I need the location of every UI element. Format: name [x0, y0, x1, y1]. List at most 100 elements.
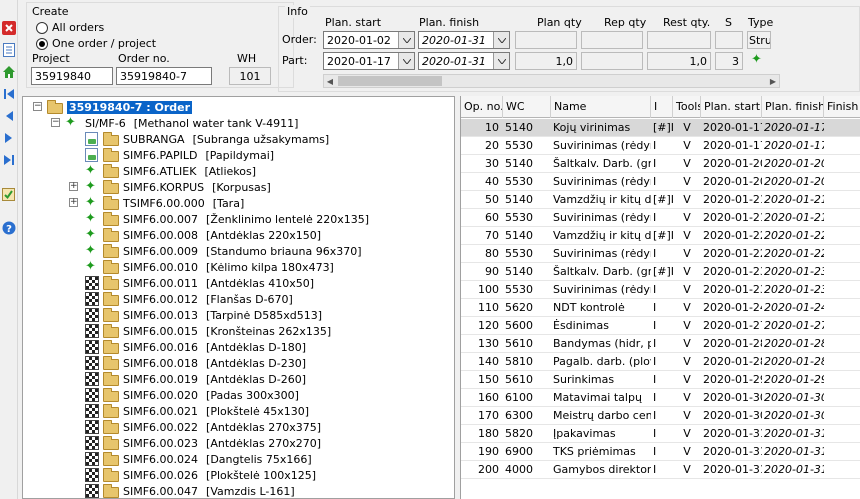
prev-icon[interactable]	[1, 108, 17, 124]
folder-icon	[103, 212, 119, 226]
scrollbar-thumb[interactable]	[338, 76, 442, 86]
tree-node[interactable]: SIMF6.00.013 [Tarpinė D585xd513]	[85, 307, 322, 323]
table-row[interactable]: 70 5140 Vamzdžių ir kitų detz[#]I V 2020-01-…	[461, 227, 860, 245]
tree-node[interactable]: ✦ TSIMF6.00.000 [Tara]	[85, 195, 244, 211]
first-icon[interactable]	[1, 86, 17, 102]
order-finish-date[interactable]: 2020-01-31	[418, 31, 510, 49]
tree-node[interactable]: SIMF6.00.018 [Antdėklas D-230]	[85, 355, 306, 371]
next-icon[interactable]	[1, 130, 17, 146]
grid-header-fin2[interactable]: Finish	[824, 96, 860, 118]
tree-node[interactable]: SIMF6.00.015 [Kronšteinas 262x135]	[85, 323, 331, 339]
table-row[interactable]: 150 5610 Surinkimas I V 2020-01-29 2020-01-29	[461, 371, 860, 389]
close-icon[interactable]	[1, 20, 17, 36]
tree-node[interactable]: SIMF6.00.021 [Plokštelė 45x130]	[85, 403, 309, 419]
grid-header-tools[interactable]: Tools	[673, 96, 701, 118]
chevron-down-icon[interactable]	[398, 53, 414, 69]
document-icon[interactable]	[1, 42, 17, 58]
order-no-field[interactable]: 35919840-7	[116, 67, 212, 85]
tree-node[interactable]: SUBRANGA [Subranga užsakymams]	[85, 131, 329, 147]
info-scrollbar[interactable]: ◀ ▶	[323, 74, 780, 88]
table-row[interactable]: 140 5810 Pagalb. darb. (plov. I V 2020-01-28 2…	[461, 353, 860, 371]
table-row[interactable]: 80 5530 Suvirinimas (rėdymaI V 2020-01-22202…	[461, 245, 860, 263]
collapse-icon[interactable]: −	[33, 102, 42, 111]
tree-node[interactable]: SIMF6.00.020 [Padas 300x300]	[85, 387, 299, 403]
grid-header-name[interactable]: Name	[551, 96, 651, 118]
radio-all-orders[interactable]: All orders	[36, 21, 104, 34]
help-icon[interactable]: ?	[1, 220, 17, 236]
table-row[interactable]: 60 5530 Suvirinimas (rėdymaI V 2020-01-21202…	[461, 209, 860, 227]
grid-header-finish[interactable]: Plan. finish	[762, 96, 824, 118]
table-row[interactable]: 100 5530 Suvirinimas (rėdymaI V 2020-01-2320…	[461, 281, 860, 299]
tree-node[interactable]: SIMF6.00.011 [Antdėklas 410x50]	[85, 275, 314, 291]
tree-node[interactable]: SIMF6.00.026 [Plokštelė 100x125]	[85, 467, 316, 483]
tree-node[interactable]: SIMF6.00.019 [Antdėklas D-260]	[85, 371, 306, 387]
expand-icon[interactable]: +	[69, 182, 78, 191]
table-row[interactable]: 50 5140 Vamzdžių ir kitų detz[#]I V 2020-01-…	[461, 191, 860, 209]
folder-icon	[103, 388, 119, 402]
table-row[interactable]: 170 6300 Meistrų darbo centraI V 2020-01-302…	[461, 407, 860, 425]
tree-node[interactable]: ✦ SIMF6.00.007 [Ženklinimo lentelė 220x135…	[85, 211, 369, 227]
cell-i: I	[653, 373, 657, 386]
table-row[interactable]: 10 5140 Kojų virinimas [#]I V 2020-01-17 2020-…	[461, 119, 860, 137]
table-row[interactable]: 190 6900 TKS priėmimas I V 2020-01-31 2020-01-…	[461, 443, 860, 461]
tree-node[interactable]: ✦ SI/MF-6 [Methanol water tank V-4911]	[65, 115, 298, 131]
expand-icon[interactable]: +	[69, 198, 78, 207]
cell-i: I	[653, 391, 657, 404]
table-row[interactable]: 20 5530 Suvirinimas (rėdymaI V 2020-01-17202…	[461, 137, 860, 155]
table-row[interactable]: 110 5620 NDT kontrolė I V 2020-01-24 2020-01-2…	[461, 299, 860, 317]
table-row[interactable]: 180 5820 Įpakavimas I V 2020-01-31 2020-01-31	[461, 425, 860, 443]
chevron-down-icon[interactable]	[398, 32, 414, 48]
folder-icon-shape	[103, 212, 119, 226]
project-field[interactable]: 35919840	[31, 67, 113, 85]
tree-node[interactable]: SIMF6.00.022 [Antdėklas 270x375]	[85, 419, 321, 435]
tree-node[interactable]: SIMF6.PAPILD [Papildymai]	[85, 147, 274, 163]
table-row[interactable]: 130 5610 Bandymas (hidr, pneI V 2020-01-2820…	[461, 335, 860, 353]
table-row[interactable]: 90 5140 Šaltkalv. Darb. (gre:[#]I V 2020-01-…	[461, 263, 860, 281]
radio-one-order-dot[interactable]	[36, 37, 48, 50]
tree-node[interactable]: ✦ SIMF6.00.009 [Standumo briauna 96x370]	[85, 243, 362, 259]
tree-node[interactable]: SIMF6.00.023 [Antdėklas 270x270]	[85, 435, 321, 451]
folder-icon-shape	[103, 244, 119, 258]
col-plan-finish: Plan. finish	[419, 16, 480, 29]
tree-node[interactable]: SIMF6.00.047 [Vamzdis L-161]	[85, 483, 295, 498]
tree-node[interactable]: ✦ SIMF6.00.010 [Kėlimo kilpa 180x473]	[85, 259, 334, 275]
last-icon[interactable]	[1, 152, 17, 168]
checklist-icon[interactable]	[1, 186, 17, 202]
chevron-down-icon[interactable]	[493, 32, 509, 48]
tree-node-desc: [Plokštelė 45x130]	[206, 404, 310, 418]
grid-header-start[interactable]: Plan. start	[701, 96, 762, 118]
home-icon[interactable]	[1, 64, 17, 80]
scroll-right-icon[interactable]: ▶	[767, 75, 779, 87]
table-row[interactable]: 160 6100 Matavimai talpų I V 2020-01-30 2020-0…	[461, 389, 860, 407]
tree-node[interactable]: SIMF6.00.012 [Flanšas D-670]	[85, 291, 293, 307]
checkered-icon	[85, 420, 101, 434]
structure-tree[interactable]: 35919840-7 : Order − ✦ SI/MF-6 [Methanol wat…	[22, 96, 455, 499]
folder-icon	[103, 404, 119, 418]
radio-one-order[interactable]: One order / project	[36, 37, 156, 50]
tree-node[interactable]: SIMF6.00.016 [Antdėklas D-180]	[85, 339, 306, 355]
operations-grid[interactable]: Op. no. WC Name I Tools Plan. start Plan. fini…	[460, 96, 860, 499]
cell-wc: 5820	[505, 427, 533, 440]
tree-node[interactable]: SIMF6.00.024 [Dangtelis 75x166]	[85, 451, 312, 467]
grid-header-op[interactable]: Op. no.	[461, 96, 503, 118]
grid-header-wc[interactable]: WC	[503, 96, 551, 118]
cell-wc: 5530	[505, 283, 533, 296]
grid-header-i[interactable]: I	[651, 96, 673, 118]
scroll-left-icon[interactable]: ◀	[324, 75, 336, 87]
tree-node[interactable]: 35919840-7 : Order	[47, 99, 193, 115]
table-row[interactable]: 120 5600 Ėsdinimas I V 2020-01-27 2020-01-27	[461, 317, 860, 335]
radio-all-orders-dot[interactable]	[36, 21, 48, 34]
part-start-date[interactable]: 2020-01-17	[323, 52, 415, 70]
part-finish-date[interactable]: 2020-01-31	[418, 52, 510, 70]
order-start-date[interactable]: 2020-01-02	[323, 31, 415, 49]
tree-node[interactable]: ✦ SIMF6.KORPUS [Korpusas]	[85, 179, 271, 195]
table-row[interactable]: 200 4000 Gamybos direktoriusI V 2020-01-3120…	[461, 461, 860, 479]
tree-node[interactable]: ✦ SIMF6.ATLIEK [Atliekos]	[85, 163, 256, 179]
checkered-icon-shape	[85, 292, 99, 306]
cell-name: Kojų virinimas	[553, 121, 631, 134]
chevron-down-icon[interactable]	[493, 53, 509, 69]
collapse-icon[interactable]: −	[51, 118, 60, 127]
table-row[interactable]: 30 5140 Šaltkalv. Darb. (gre:I V 2020-01-202…	[461, 155, 860, 173]
table-row[interactable]: 40 5530 Suvirinimas (rėdymaI V 2020-01-20202…	[461, 173, 860, 191]
tree-node[interactable]: ✦ SIMF6.00.008 [Antdėklas 220x150]	[85, 227, 321, 243]
